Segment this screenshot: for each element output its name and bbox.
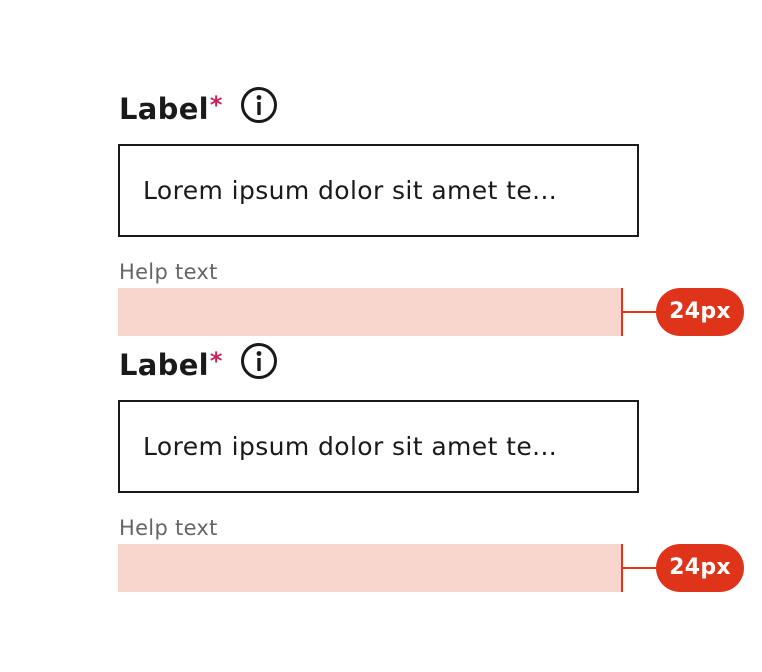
text-input[interactable]: Lorem ipsum dolor sit amet te... [118, 144, 639, 237]
spacing-leader-line [623, 311, 659, 313]
info-icon[interactable] [240, 342, 278, 380]
spacing-highlight [118, 544, 623, 592]
info-icon[interactable] [240, 86, 278, 124]
spacing-measure-badge: 24px [656, 288, 744, 336]
field-label-text: Label [119, 348, 209, 382]
field-label: Label* [119, 86, 223, 128]
text-input-value: Lorem ipsum dolor sit amet te... [143, 176, 558, 205]
field-label-row: Label* [118, 84, 748, 128]
text-input[interactable]: Lorem ipsum dolor sit amet te... [118, 400, 639, 493]
spacing-measure-badge: 24px [656, 544, 744, 592]
spacing-leader-line [623, 567, 659, 569]
field-label: Label* [119, 342, 223, 384]
form-field: Label* Lorem ipsum dolor sit amet te... … [118, 84, 748, 336]
field-label-text: Label [119, 92, 209, 126]
form-field: Label* Lorem ipsum dolor sit amet te... … [118, 340, 748, 592]
help-text: Help text [119, 260, 218, 284]
text-input-value: Lorem ipsum dolor sit amet te... [143, 432, 558, 461]
field-label-row: Label* [118, 340, 748, 384]
required-asterisk: * [209, 347, 223, 375]
help-text: Help text [119, 516, 218, 540]
required-asterisk: * [209, 91, 223, 119]
spacing-highlight [118, 288, 623, 336]
